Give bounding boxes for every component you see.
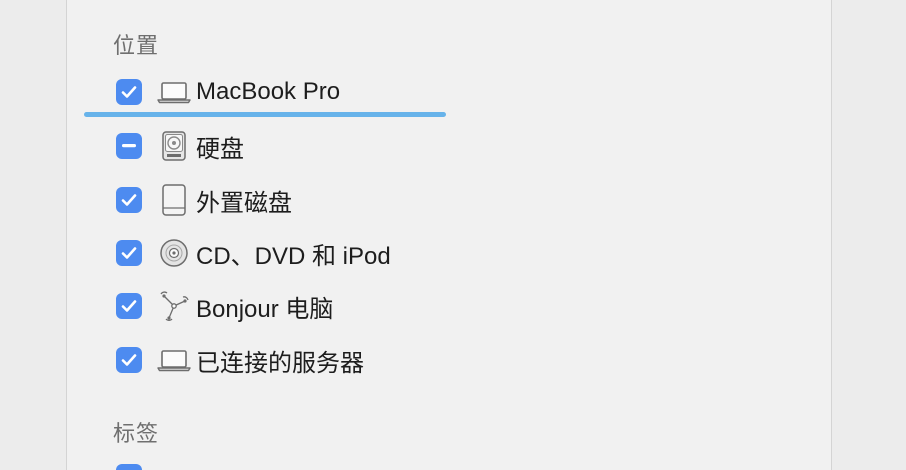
section-title-tags: 标签: [113, 421, 160, 446]
macbook-pro-label: MacBook Pro: [196, 78, 341, 105]
location-item-connected-servers[interactable]: 已连接的服务器: [116, 345, 364, 377]
location-item-hard-disk[interactable]: 硬盘: [116, 131, 244, 163]
connected-servers-label: 已连接的服务器: [196, 349, 364, 377]
external-disk-checkbox[interactable]: [116, 187, 142, 213]
sidebar-preferences-panel: [66, 0, 832, 470]
location-item-external-disk[interactable]: 外置磁盘: [116, 184, 292, 217]
hard-disk-checkbox[interactable]: [116, 133, 142, 159]
hard-drive-icon: [154, 131, 194, 161]
cd-dvd-ipod-label: CD、DVD 和 iPod: [196, 242, 391, 270]
server-icon: [154, 345, 194, 375]
bonjour-checkbox[interactable]: [116, 293, 142, 319]
finder-preferences-window: 位置 MacBook Pro 硬盘 外置磁盘 CD、DVD 和 iPod Bon…: [0, 0, 906, 470]
external-disk-icon: [154, 184, 194, 216]
section-title-locations: 位置: [113, 33, 160, 58]
tag-checkbox-partial[interactable]: [116, 464, 142, 470]
cd-dvd-ipod-checkbox[interactable]: [116, 240, 142, 266]
external-disk-label: 外置磁盘: [196, 189, 292, 217]
location-item-cd-dvd-ipod[interactable]: CD、DVD 和 iPod: [116, 238, 391, 270]
location-item-bonjour[interactable]: Bonjour 电脑: [116, 291, 334, 323]
tag-item-partial[interactable]: [116, 462, 142, 470]
location-item-macbook-pro[interactable]: MacBook Pro: [116, 77, 340, 107]
highlight-underline: [84, 112, 446, 117]
laptop-icon: [154, 77, 194, 107]
connected-servers-checkbox[interactable]: [116, 347, 142, 373]
macbook-pro-checkbox[interactable]: [116, 79, 142, 105]
bonjour-icon: [154, 291, 194, 321]
hard-disk-label: 硬盘: [196, 135, 244, 163]
cd-icon: [154, 238, 194, 268]
bonjour-label: Bonjour 电脑: [196, 295, 334, 323]
